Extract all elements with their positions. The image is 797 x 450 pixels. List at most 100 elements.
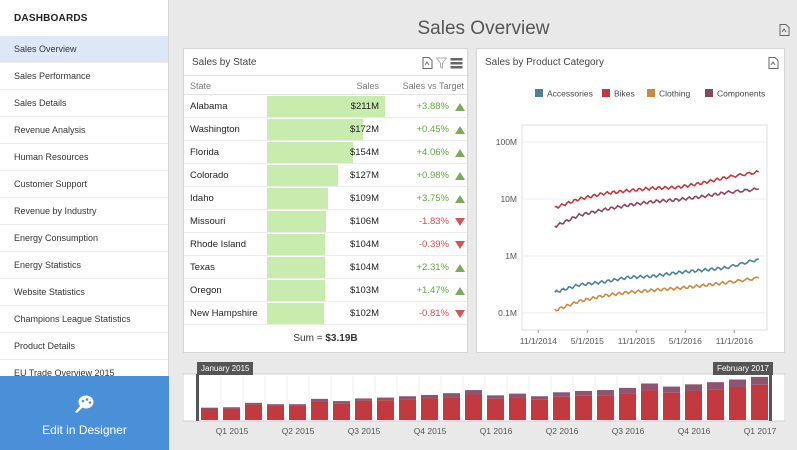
state-cell: Oregon [190,285,222,296]
sidebar-item[interactable]: Revenue by Industry [0,198,168,225]
range-bar [311,401,328,420]
range-bar-top [421,394,438,399]
sidebar-item[interactable]: Sales Performance [0,63,168,90]
state-cell: Washington [190,124,240,135]
quarter-label: Q2 2015 [282,426,315,436]
range-bar-top [355,398,372,401]
table-row[interactable]: Alabama $211M +3.88% [184,95,467,118]
state-cell: Colorado [190,170,229,181]
legend-label[interactable]: Components [717,89,765,99]
delta-cell: +4.06% [416,147,450,158]
quarter-label: Q4 2015 [414,426,447,436]
range-bar-top [399,396,416,400]
range-handle-right[interactable] [769,374,772,421]
range-bar-top [311,398,328,402]
sidebar-item[interactable]: Champions League Statistics [0,306,168,333]
export-icon[interactable] [422,57,433,69]
y-tick-label: 100M [496,137,517,147]
page-title: Sales Overview [417,18,550,39]
y-tick-label: 0.1M [498,308,517,318]
table-row[interactable]: Idaho $109M +3.75% [184,187,467,210]
table-row[interactable]: Oregon $103M +1.47% [184,279,467,302]
designer-icon [75,395,94,413]
column-settings-icon[interactable] [450,57,463,69]
sidebar-item[interactable]: Website Statistics [0,279,168,306]
panel-title: Sales by State [192,57,257,68]
y-tick-label: 10M [500,194,517,204]
range-bar [465,394,482,420]
x-tick-label: 5/1/2016 [669,336,702,346]
legend-swatch [602,89,610,97]
range-bar-top [333,401,350,404]
sidebar-item[interactable]: Energy Statistics [0,252,168,279]
state-grid: State Sales Sales vs Target Alabama $211M… [184,75,467,325]
sales-cell: $102M [349,308,379,319]
table-row[interactable]: Rhode Island $104M -0.39% [184,233,467,256]
sidebar-item[interactable]: Product Details [0,333,168,360]
sidebar-item[interactable]: Customer Support [0,171,168,198]
table-row[interactable]: Washington $172M +0.45% [184,118,467,141]
legend-label[interactable]: Bikes [614,89,635,99]
x-tick-label: 11/1/2016 [716,336,753,346]
date-range-selector[interactable]: Q1 2015 Q2 2015 Q3 2015 Q4 2015 Q1 2016 Q2 20… [183,362,785,442]
range-bar-top [619,387,636,394]
sidebar-item[interactable]: Human Resources [0,144,168,171]
table-row[interactable]: Florida $154M +4.06% [184,141,467,164]
legend-swatch [705,89,713,97]
column-header-state[interactable]: State [190,76,211,96]
table-row[interactable]: Colorado $127M +0.98% [184,164,467,187]
range-bar-top [245,402,262,405]
trend-down-icon [455,218,465,226]
range-bar-top [751,376,768,385]
delta-cell: +2.31% [416,262,450,273]
range-bar [531,399,548,420]
sidebar-item[interactable]: Revenue Analysis [0,117,168,144]
series-line [554,187,759,229]
quarter-label: Q1 2015 [216,426,249,436]
x-tick-label: 11/1/2014 [520,336,557,346]
range-bar-top [465,390,482,395]
table-row[interactable]: New Hampshire $102M -0.81% [184,302,467,325]
legend-label[interactable]: Accessories [547,89,593,99]
delta-cell: +3.88% [416,101,450,112]
range-bar [641,390,658,420]
range-bar [487,398,504,420]
range-bar [509,397,526,420]
legend-label[interactable]: Clothing [659,89,690,99]
range-bar-top [509,393,526,398]
state-cell: New Hampshire [190,308,258,319]
column-header-sales[interactable]: Sales [304,76,379,96]
legend-swatch [647,89,655,97]
x-tick-label: 11/1/2015 [618,336,655,346]
range-bar [729,387,746,420]
export-icon[interactable] [779,24,790,36]
quarter-label: Q3 2016 [612,426,645,436]
sidebar-item[interactable]: Sales Overview [0,36,168,63]
export-icon[interactable] [768,57,779,69]
sales-cell: $127M [349,170,379,181]
edit-in-designer-button[interactable]: Edit in Designer [0,376,169,450]
sales-cell: $103M [349,285,379,296]
sales-cell: $109M [349,193,379,204]
range-bar-top [707,382,724,390]
sidebar-item[interactable]: Energy Consumption [0,225,168,252]
sum-footer: Sum = $3.19B [184,333,467,344]
quarter-label: Q4 2016 [678,426,711,436]
table-row[interactable]: Missouri $106M -1.83% [184,210,467,233]
range-bar [421,398,438,420]
range-bar-top [289,404,306,406]
quarter-label: Q1 2017 [744,426,777,436]
range-bar [201,409,218,420]
delta-cell: -0.81% [418,308,449,319]
sales-cell: $172M [349,124,379,135]
column-header-sales-vs-target[interactable]: Sales vs Target [384,76,464,96]
filter-icon[interactable] [436,57,447,69]
range-bar-top [443,393,460,398]
table-row[interactable]: Texas $104M +2.31% [184,256,467,279]
state-cell: Missouri [190,216,226,227]
range-bar-top [531,396,548,400]
sidebar-item[interactable]: Sales Details [0,90,168,117]
quarter-label: Q1 2016 [480,426,513,436]
trend-up-icon [455,287,465,295]
range-handle-left[interactable] [196,374,199,421]
